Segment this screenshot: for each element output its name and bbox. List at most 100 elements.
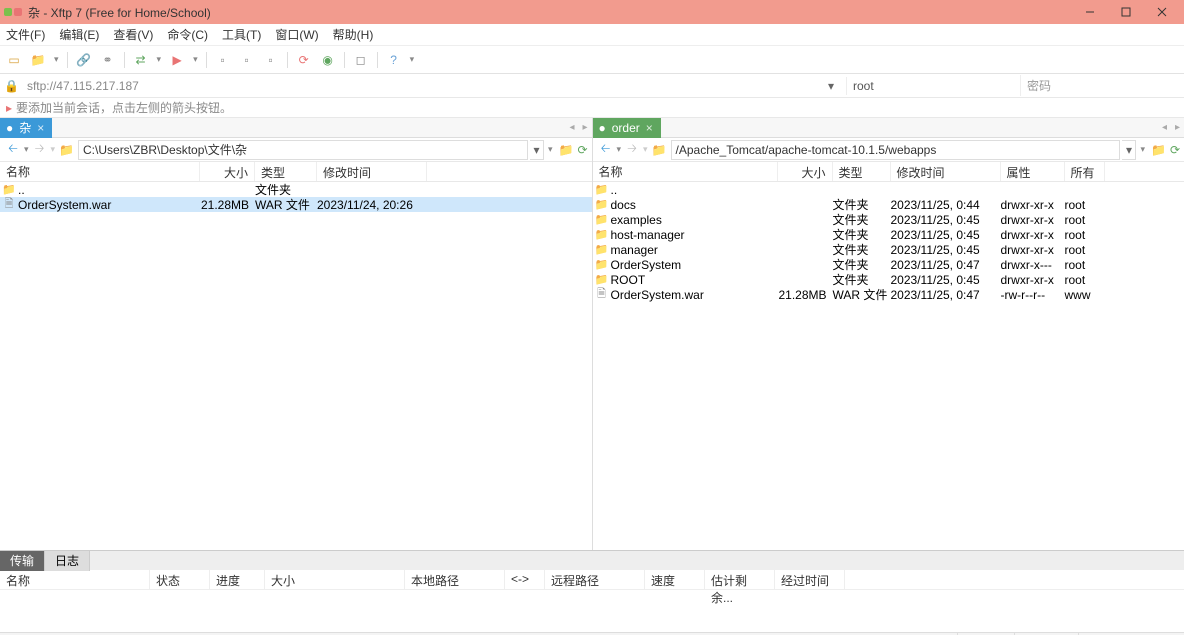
menu-file[interactable]: 文件(F) bbox=[6, 26, 45, 43]
local-path-input[interactable]: C:\Users\ZBR\Desktop\文件\杂 bbox=[78, 140, 528, 160]
local-back-icon[interactable]: 🡠 bbox=[4, 141, 22, 159]
local-tab-next-icon[interactable]: ▸ bbox=[578, 122, 591, 133]
remote-back-icon[interactable]: 🡠 bbox=[597, 141, 615, 159]
remote-col-owner[interactable]: 所有者 bbox=[1065, 162, 1105, 181]
grey2-icon[interactable]: ▫ bbox=[239, 52, 255, 68]
bottom-tabs: 传输 日志 bbox=[0, 550, 1184, 570]
address-dropdown-icon[interactable]: ▾ bbox=[828, 79, 842, 93]
open-icon[interactable]: 📁 bbox=[30, 52, 46, 68]
minimize-button[interactable] bbox=[1072, 0, 1108, 24]
table-row[interactable]: 🗎OrderSystem.war21.28MBWAR 文件2023/11/25,… bbox=[593, 287, 1184, 302]
menu-view[interactable]: 查看(V) bbox=[113, 26, 153, 43]
remote-refresh-icon[interactable]: ⟳ bbox=[1170, 143, 1180, 157]
local-col-type[interactable]: 类型 bbox=[255, 162, 317, 181]
tcol-eta[interactable]: 估计剩余... bbox=[705, 570, 775, 589]
password-input[interactable]: 密码 bbox=[1020, 75, 1180, 96]
green-icon[interactable]: ◉ bbox=[320, 52, 336, 68]
menu-command[interactable]: 命令(C) bbox=[167, 26, 208, 43]
tab-log[interactable]: 日志 bbox=[45, 551, 90, 571]
remote-col-size[interactable]: 大小 bbox=[778, 162, 833, 181]
file-size: 21.28MB bbox=[778, 288, 833, 302]
remote-tabrow: ● order × ◂ ▸ bbox=[593, 118, 1184, 138]
file-name: host-manager bbox=[611, 228, 685, 242]
remote-bookmark-icon[interactable]: 📁 bbox=[1151, 143, 1166, 157]
local-tab[interactable]: ● 杂 × bbox=[0, 118, 52, 138]
local-filelist[interactable]: 📁..文件夹🗎OrderSystem.war21.28MBWAR 文件2023/… bbox=[0, 182, 592, 550]
unlink-icon[interactable]: ⚭ bbox=[100, 52, 116, 68]
tcol-speed[interactable]: 速度 bbox=[645, 570, 705, 589]
remote-forward-icon[interactable]: 🡢 bbox=[623, 141, 641, 159]
remote-col-type[interactable]: 类型 bbox=[833, 162, 891, 181]
new-session-icon[interactable]: ▭ bbox=[6, 52, 22, 68]
table-row[interactable]: 📁examples文件夹2023/11/25, 0:45drwxr-xr-xro… bbox=[593, 212, 1184, 227]
menu-edit[interactable]: 编辑(E) bbox=[59, 26, 99, 43]
remote-tab-prev-icon[interactable]: ◂ bbox=[1158, 122, 1171, 133]
link-icon[interactable]: 🔗 bbox=[76, 52, 92, 68]
local-col-time[interactable]: 修改时间 bbox=[317, 162, 427, 181]
table-row[interactable]: 📁.. bbox=[593, 182, 1184, 197]
lock-icon: 🔒 bbox=[4, 79, 19, 93]
table-row[interactable]: 🗎OrderSystem.war21.28MBWAR 文件2023/11/24,… bbox=[0, 197, 592, 212]
local-path-dropdown-icon[interactable]: ▾ bbox=[530, 140, 544, 160]
file-time: 2023/11/25, 0:47 bbox=[891, 258, 1001, 272]
tcol-direction[interactable]: <-> bbox=[505, 570, 545, 589]
menu-window[interactable]: 窗口(W) bbox=[275, 26, 318, 43]
folder-icon: 📁 bbox=[59, 143, 74, 157]
remote-col-time[interactable]: 修改时间 bbox=[891, 162, 1001, 181]
file-name: OrderSystem bbox=[611, 258, 682, 272]
grey4-icon[interactable]: ◻ bbox=[353, 52, 369, 68]
transfer-icon[interactable]: ⇄ bbox=[133, 52, 149, 68]
folder-icon: 📁 bbox=[595, 198, 609, 211]
remote-filelist[interactable]: 📁..📁docs文件夹2023/11/25, 0:44drwxr-xr-xroo… bbox=[593, 182, 1184, 550]
sync-icon[interactable]: ⟳ bbox=[296, 52, 312, 68]
tcol-name[interactable]: 名称 bbox=[0, 570, 150, 589]
menu-tools[interactable]: 工具(T) bbox=[222, 26, 261, 43]
local-bookmark-icon[interactable]: 📁 bbox=[558, 143, 573, 157]
address-input[interactable]: sftp://47.115.217.187 bbox=[23, 77, 824, 95]
file-time: 2023/11/25, 0:45 bbox=[891, 213, 1001, 227]
tab-transfer[interactable]: 传输 bbox=[0, 551, 45, 571]
file-owner: root bbox=[1065, 243, 1105, 257]
help-icon[interactable]: ? bbox=[386, 52, 402, 68]
folder-icon: 📁 bbox=[652, 143, 667, 157]
grey3-icon[interactable]: ▫ bbox=[263, 52, 279, 68]
remote-tab[interactable]: ● order × bbox=[593, 118, 661, 138]
remote-col-name[interactable]: 名称 bbox=[593, 162, 778, 181]
local-tabrow: ● 杂 × ◂ ▸ bbox=[0, 118, 592, 138]
tcol-localpath[interactable]: 本地路径 bbox=[405, 570, 505, 589]
file-owner: root bbox=[1065, 198, 1105, 212]
local-col-size[interactable]: 大小 bbox=[200, 162, 255, 181]
table-row[interactable]: 📁docs文件夹2023/11/25, 0:44drwxr-xr-xroot bbox=[593, 197, 1184, 212]
file-owner: root bbox=[1065, 228, 1105, 242]
local-tab-prev-icon[interactable]: ◂ bbox=[565, 122, 578, 133]
grey1-icon[interactable]: ▫ bbox=[215, 52, 231, 68]
local-pane: ● 杂 × ◂ ▸ 🡠 ▾ 🡢 ▾ 📁 C:\Users\ZBR\Desktop… bbox=[0, 118, 593, 550]
tcol-size[interactable]: 大小 bbox=[265, 570, 405, 589]
tcol-remotepath[interactable]: 远程路径 bbox=[545, 570, 645, 589]
remote-path-dropdown-icon[interactable]: ▾ bbox=[1122, 140, 1136, 160]
local-tab-dot: ● bbox=[6, 121, 13, 135]
local-forward-icon[interactable]: 🡢 bbox=[31, 141, 49, 159]
remote-tab-close-icon[interactable]: × bbox=[646, 121, 653, 135]
maximize-button[interactable] bbox=[1108, 0, 1144, 24]
remote-path-input[interactable]: /Apache_Tomcat/apache-tomcat-10.1.5/weba… bbox=[671, 140, 1121, 160]
username-input[interactable]: root bbox=[846, 77, 1016, 95]
remote-col-attr[interactable]: 属性 bbox=[1001, 162, 1065, 181]
tcol-progress[interactable]: 进度 bbox=[210, 570, 265, 589]
table-row[interactable]: 📁OrderSystem文件夹2023/11/25, 0:47drwxr-x--… bbox=[593, 257, 1184, 272]
table-row[interactable]: 📁manager文件夹2023/11/25, 0:45drwxr-xr-xroo… bbox=[593, 242, 1184, 257]
local-tab-close-icon[interactable]: × bbox=[37, 121, 44, 135]
close-button[interactable] bbox=[1144, 0, 1180, 24]
tcol-elapsed[interactable]: 经过时间 bbox=[775, 570, 845, 589]
play-icon[interactable]: ▶ bbox=[169, 52, 185, 68]
file-attr: -rw-r--r-- bbox=[1001, 288, 1065, 302]
local-refresh-icon[interactable]: ⟳ bbox=[577, 143, 587, 157]
tcol-status[interactable]: 状态 bbox=[150, 570, 210, 589]
remote-tab-label: order bbox=[612, 121, 640, 135]
local-col-name[interactable]: 名称 bbox=[0, 162, 200, 181]
remote-tab-next-icon[interactable]: ▸ bbox=[1171, 122, 1184, 133]
table-row[interactable]: 📁host-manager文件夹2023/11/25, 0:45drwxr-xr… bbox=[593, 227, 1184, 242]
titlebar: 杂 - Xftp 7 (Free for Home/School) bbox=[0, 0, 1184, 24]
file-name: .. bbox=[611, 183, 618, 197]
menu-help[interactable]: 帮助(H) bbox=[333, 26, 374, 43]
